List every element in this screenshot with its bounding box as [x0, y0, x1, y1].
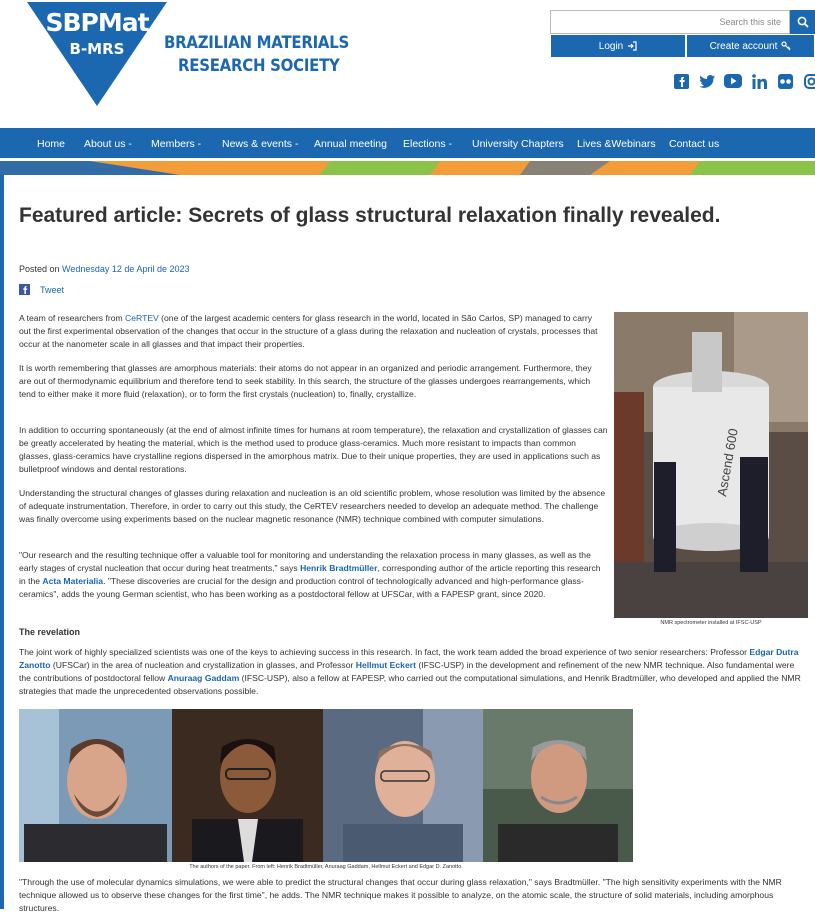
nmr-caption: NMR spectrometer installed at IFSC-USP: [614, 620, 808, 626]
nav-item-news-events[interactable]: News & events -: [222, 138, 298, 150]
nmr-spectrometer-image: Ascend 600: [614, 312, 808, 618]
nav-item-about[interactable]: About us -: [84, 138, 132, 150]
paragraph-3: In addition to occurring spontaneously (…: [19, 424, 609, 476]
tweet-link[interactable]: Tweet: [40, 285, 64, 295]
social-links: [672, 72, 815, 90]
authors-photos: [19, 709, 633, 862]
main-nav: Home About us - Members - News & events …: [0, 128, 815, 161]
key-icon: [781, 41, 791, 51]
create-account-label: Create account: [710, 41, 778, 52]
share-bar: Tweet: [19, 284, 64, 295]
nav-item-lives-webinars[interactable]: Lives &Webinars: [577, 138, 656, 150]
nav-item-annual-meeting[interactable]: Annual meeting: [314, 138, 387, 150]
gaddam-link[interactable]: Anuraag Gaddam: [168, 673, 240, 683]
author-photo: [172, 709, 323, 862]
author-photo: [19, 709, 172, 862]
site-header: SBPMat B-MRS BRAZILIAN MATERIALS RESEARC…: [0, 0, 815, 128]
author-photo: [323, 709, 483, 862]
certev-link[interactable]: CeRTEV: [125, 313, 159, 323]
paragraph-2: It is worth remembering that glasses are…: [19, 362, 599, 401]
posted-date-link[interactable]: Wednesday 12 de April de 2023: [62, 264, 189, 274]
flickr-icon[interactable]: [776, 72, 794, 90]
search-button[interactable]: [790, 10, 815, 34]
search-box: [550, 10, 790, 34]
author-photo: [483, 709, 633, 862]
nav-item-contact[interactable]: Contact us: [669, 138, 719, 150]
section-heading: The revelation: [19, 627, 80, 637]
logo-main-text: SBPMat: [33, 8, 161, 37]
decorative-stripe: [0, 161, 815, 175]
bradtmuller-link[interactable]: Henrik Bradtmüller: [300, 563, 377, 573]
article-title: Featured article: Secrets of glass struc…: [19, 203, 749, 229]
nav-item-members[interactable]: Members -: [151, 138, 201, 150]
acta-materialia-link[interactable]: Acta Materialia: [42, 576, 103, 586]
create-account-button[interactable]: Create account: [686, 34, 815, 58]
paragraph-4: Understanding the structural changes of …: [19, 487, 609, 526]
society-name-line2: RESEARCH SOCIETY: [178, 56, 340, 76]
logo-sub-text: B-MRS: [33, 40, 161, 58]
eckert-link[interactable]: Hellmut Eckert: [356, 660, 416, 670]
posted-on: Posted on Wednesday 12 de April de 2023: [19, 264, 189, 274]
instagram-icon[interactable]: [802, 72, 815, 90]
nav-item-university-chapters[interactable]: University Chapters: [472, 138, 564, 150]
society-name-line1: BRAZILIAN MATERIALS: [164, 33, 349, 53]
linkedin-icon[interactable]: [750, 72, 768, 90]
paragraph-1: A team of researchers from CeRTEV (one o…: [19, 312, 599, 351]
paragraph-7: "Through the use of molecular dynamics s…: [19, 876, 809, 915]
photos-caption: The authors of the paper. From left: Hen…: [19, 864, 633, 870]
search-input[interactable]: [551, 11, 789, 33]
posted-prefix: Posted on: [19, 264, 60, 274]
paragraph-5: "Our research and the resulting techniqu…: [19, 549, 609, 601]
facebook-icon[interactable]: [672, 72, 690, 90]
twitter-icon[interactable]: [698, 72, 716, 90]
paragraph-6: The joint work of highly specialized sci…: [19, 646, 804, 698]
nav-item-home[interactable]: Home: [37, 138, 65, 150]
facebook-share-icon[interactable]: [19, 284, 30, 295]
nav-item-elections[interactable]: Elections -: [403, 138, 452, 150]
search-icon: [797, 16, 809, 28]
login-button[interactable]: Login: [550, 34, 686, 58]
sign-in-icon: [627, 41, 637, 51]
login-label: Login: [599, 41, 623, 52]
youtube-icon[interactable]: [724, 72, 742, 90]
